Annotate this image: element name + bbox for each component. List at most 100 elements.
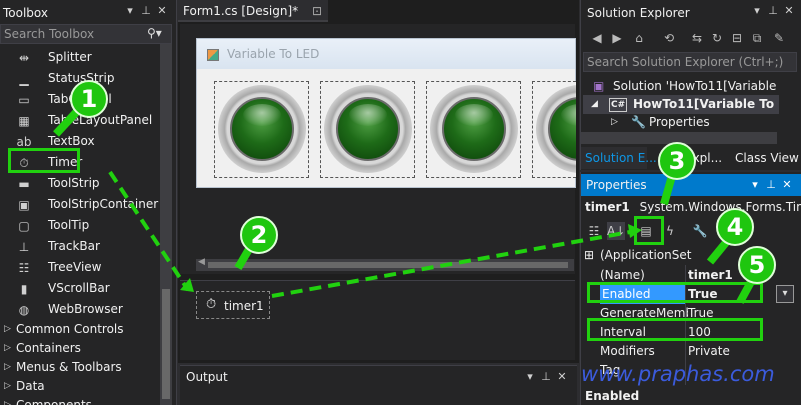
property-name: Modifiers (600, 344, 655, 358)
wrench-icon: 🔧 (631, 115, 646, 129)
treeview-icon: ☷ (18, 261, 30, 275)
highlight-enabled-row (587, 282, 763, 303)
expand-arrow-icon[interactable]: ▷ (611, 113, 618, 132)
back-icon[interactable]: ◀ (589, 30, 605, 46)
dropdown-icon[interactable]: ▾ (524, 370, 536, 384)
search-icon[interactable]: ⚲▾ (147, 26, 162, 40)
category-label: (ApplicationSet (600, 248, 692, 262)
pin-icon[interactable]: ⊥ (540, 370, 552, 384)
tab-form1-design[interactable]: Form1.cs [Design]* ⊡ ✕ (178, 0, 328, 40)
form-title: Variable To LED (227, 47, 320, 61)
expand-arrow-icon[interactable]: ▷ (4, 320, 11, 339)
wrench-icon[interactable]: ✎ (771, 30, 787, 46)
toolbox-title: Toolbox (3, 6, 48, 20)
toolbox-item[interactable]: ⇹ Splitter (0, 47, 158, 68)
solution-search-placeholder: Search Solution Explorer (Ctrl+;) (587, 55, 784, 69)
tablelayout-icon: ▦ (18, 114, 30, 128)
splitter-icon: ⇹ (18, 51, 30, 65)
led-control[interactable] (214, 81, 309, 178)
properties-titlebar: Properties ▾ ⊥ ✕ (581, 174, 801, 196)
designer-horizontal-scrollbar[interactable]: ◀ (196, 257, 574, 271)
dropdown-icon[interactable]: ▾ (124, 4, 136, 18)
categorized-icon[interactable]: ☷ (585, 222, 603, 240)
webbrowser-icon: ◍ (18, 303, 30, 317)
properties-toolbar: ☷ A↓ ▤ ϟ 🔧 (581, 218, 801, 244)
tab-class-view[interactable]: Class View (735, 147, 799, 169)
property-row[interactable]: Modifiers Private (581, 342, 801, 361)
sync-icon[interactable]: ⇆ (689, 30, 705, 46)
pin-icon[interactable]: ⊥ (765, 178, 777, 192)
watermark: www.praphas.com (581, 362, 775, 386)
tab-solution-explorer[interactable]: Solution E... (581, 147, 657, 169)
toolbox-scrollbar[interactable] (160, 44, 172, 405)
category-label: Containers (16, 341, 81, 355)
tree-item-solution[interactable]: ▣ Solution 'HowTo11[Variable To (583, 77, 779, 96)
close-icon[interactable]: ✕ (783, 4, 795, 18)
led-control[interactable] (320, 81, 415, 178)
toolbox-item-label: TrackBar (48, 239, 100, 253)
form-preview[interactable]: Variable To LED (196, 38, 576, 188)
led-control[interactable] (426, 81, 521, 178)
toolbox-item[interactable]: ☷ TreeView (0, 257, 158, 278)
home-icon[interactable]: ⌂ (631, 30, 647, 46)
tabcontrol-icon: ▭ (18, 93, 30, 107)
toolbox-item-label: WebBrowser (48, 302, 123, 316)
expand-arrow-icon[interactable]: ▷ (4, 377, 11, 396)
toolbox-item[interactable]: ▮ VScrollBar (0, 278, 158, 299)
forward-icon[interactable]: ▶ (609, 30, 625, 46)
form-titlebar: Variable To LED (197, 39, 575, 69)
led-control[interactable] (532, 81, 576, 178)
category-label: Common Controls (16, 322, 124, 336)
properties-object-selector[interactable]: timer1 System.Windows.Forms.Tim (585, 196, 801, 218)
refresh-icon[interactable]: ↻ (709, 30, 725, 46)
tab-label: Form1.cs [Design]* (183, 4, 299, 18)
step-5-badge: 5 (738, 246, 776, 284)
timer1-component[interactable]: ⏱ timer1 (196, 291, 270, 319)
history-icon[interactable]: ⟲ (661, 30, 677, 46)
solution-explorer-search-input[interactable]: Search Solution Explorer (Ctrl+;) (583, 52, 797, 72)
show-all-icon[interactable]: ⧉ (749, 30, 765, 46)
toolbox-item-label: ToolStrip (48, 176, 100, 190)
property-pages-icon[interactable]: 🔧 (691, 222, 709, 240)
close-icon[interactable]: ✕ (156, 4, 168, 18)
dropdown-icon[interactable]: ▾ (751, 4, 763, 18)
toolbox-item[interactable]: ▣ ToolStripContainer (0, 194, 158, 215)
alphabetical-icon[interactable]: A↓ (607, 222, 625, 240)
highlight-properties-button (634, 216, 664, 245)
property-value[interactable]: Private (688, 342, 778, 361)
step-1-badge: 1 (70, 80, 108, 118)
timer1-label: timer1 (224, 299, 264, 313)
pin-icon[interactable]: ⊥ (140, 4, 152, 18)
toolbox-item-label: Splitter (48, 50, 92, 64)
pin-icon[interactable]: ⊥ (767, 4, 779, 18)
close-icon[interactable]: ✕ (781, 178, 793, 192)
scroll-left-icon[interactable]: ◀ (198, 257, 205, 267)
scrollbar-thumb[interactable] (208, 262, 568, 268)
dropdown-icon[interactable]: ▾ (749, 178, 761, 192)
tree-item-properties[interactable]: ▷ 🔧 Properties (583, 113, 779, 132)
scrollbar-thumb[interactable] (162, 289, 170, 399)
toolbox-item[interactable]: ◍ WebBrowser (0, 299, 158, 320)
close-icon[interactable]: ✕ (556, 370, 568, 384)
toolbox-item[interactable]: ⊥ TrackBar (0, 236, 158, 257)
expand-arrow-icon[interactable]: ◢ (591, 95, 598, 114)
toolbox-item-label: VScrollBar (48, 281, 110, 295)
collapse-icon[interactable]: ⊟ (729, 30, 745, 46)
expand-icon[interactable]: ⊞ (584, 246, 594, 265)
step-2-badge: 2 (240, 216, 278, 254)
toolbox-item[interactable]: ▢ ToolTip (0, 215, 158, 236)
toolbox-panel: Toolbox ▾ ⊥ ✕ Search Toolbox ⚲▾ ⇹ Splitte… (0, 0, 177, 405)
expand-arrow-icon[interactable]: ▷ (4, 339, 11, 358)
expand-arrow-icon[interactable]: ▷ (4, 396, 11, 405)
expand-arrow-icon[interactable]: ▷ (4, 358, 11, 377)
value-dropdown-icon[interactable]: ▾ (776, 285, 794, 303)
led-icon (430, 85, 518, 173)
csharp-project-icon: C# (609, 98, 628, 112)
solution-explorer-title: Solution Explorer (587, 6, 690, 20)
property-description-title: Enabled (585, 389, 640, 403)
category-label: Data (16, 379, 45, 393)
toolbox-item[interactable]: ▬ ToolStrip (0, 173, 158, 194)
toolbox-search-input[interactable]: Search Toolbox ⚲▾ (0, 24, 172, 44)
tooltip-icon: ▢ (18, 219, 30, 233)
tree-item-project[interactable]: ◢ C# HowTo11[Variable To LED] (583, 95, 779, 114)
